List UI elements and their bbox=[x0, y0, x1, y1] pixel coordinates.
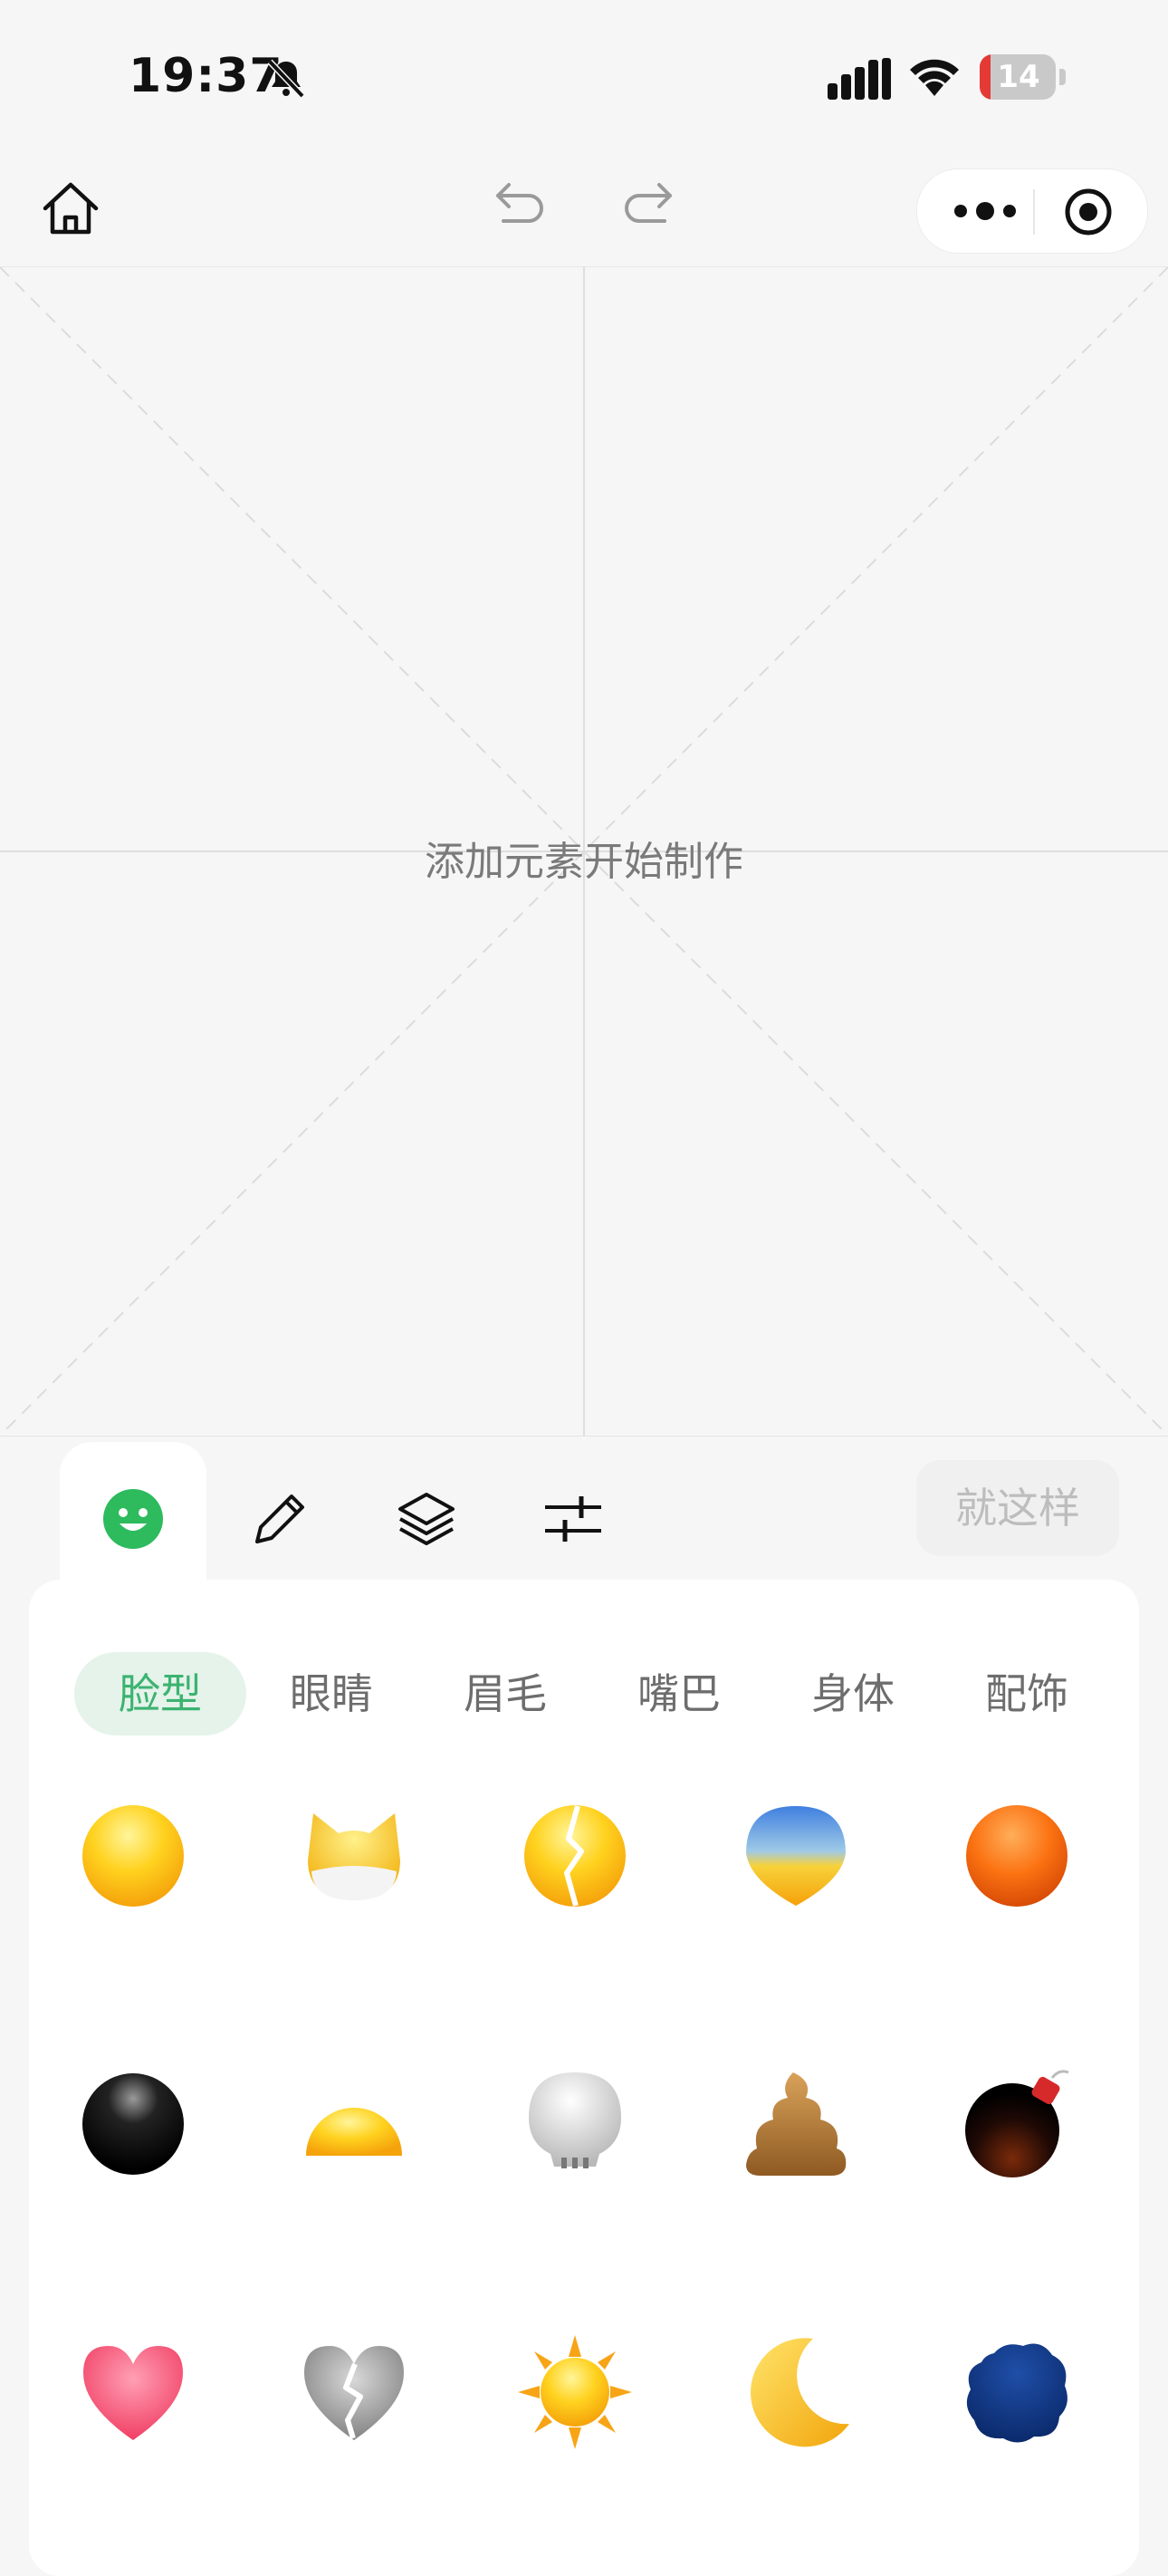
bell-muted-icon bbox=[267, 59, 305, 99]
cellular-signal-icon bbox=[828, 58, 891, 100]
status-time: 19:37 bbox=[129, 49, 283, 103]
cracked-face-icon[interactable] bbox=[516, 1797, 634, 1915]
category-tab-face[interactable]: 脸型 bbox=[74, 1652, 246, 1735]
tab-adjust[interactable] bbox=[500, 1442, 646, 1583]
undo-icon[interactable] bbox=[489, 172, 550, 234]
bomb-face-icon[interactable] bbox=[958, 2065, 1076, 2183]
skull-face-icon[interactable] bbox=[516, 2065, 634, 2183]
sun-face-icon[interactable] bbox=[516, 2333, 634, 2451]
category-tab-body[interactable]: 身体 bbox=[771, 1652, 934, 1735]
gradient-drop-face-icon[interactable] bbox=[737, 1797, 855, 1915]
broken-heart-face-icon[interactable] bbox=[295, 2333, 413, 2451]
half-face-icon[interactable] bbox=[295, 2065, 413, 2183]
tool-bar: 就这样 bbox=[0, 1437, 1168, 1583]
close-target-icon[interactable] bbox=[1062, 186, 1115, 238]
done-button[interactable]: 就这样 bbox=[916, 1460, 1119, 1556]
tab-layers[interactable] bbox=[353, 1442, 500, 1583]
emoji-icon bbox=[103, 1489, 163, 1549]
category-tab-accessories[interactable]: 配饰 bbox=[945, 1652, 1108, 1735]
moon-face-icon[interactable] bbox=[737, 2333, 855, 2451]
layers-icon bbox=[398, 1493, 455, 1545]
yellow-face-icon[interactable] bbox=[74, 1797, 192, 1915]
cloud-face-icon[interactable] bbox=[958, 2333, 1076, 2451]
nav-bar bbox=[0, 145, 1168, 266]
poop-face-icon[interactable] bbox=[737, 2065, 855, 2183]
black-face-icon[interactable] bbox=[74, 2065, 192, 2183]
category-tab-mouth[interactable]: 嘴巴 bbox=[598, 1652, 761, 1735]
cat-face-icon[interactable] bbox=[295, 1797, 413, 1915]
battery-indicator: 14 bbox=[980, 54, 1067, 100]
element-panel: 脸型 眼睛 眉毛 嘴巴 身体 配饰 bbox=[29, 1580, 1139, 2576]
status-bar: 19:37 14 bbox=[0, 0, 1168, 145]
redo-icon[interactable] bbox=[618, 172, 679, 234]
category-tabs: 脸型 眼睛 眉毛 嘴巴 身体 配饰 bbox=[29, 1652, 1139, 1735]
wifi-icon bbox=[910, 59, 959, 96]
category-tab-eyebrows[interactable]: 眉毛 bbox=[424, 1652, 587, 1735]
home-icon[interactable] bbox=[40, 179, 101, 237]
tab-emoji[interactable] bbox=[60, 1442, 206, 1583]
battery-level: 14 bbox=[997, 59, 1040, 95]
heart-face-icon[interactable] bbox=[74, 2333, 192, 2451]
more-icon[interactable] bbox=[946, 189, 1024, 233]
sliders-icon bbox=[545, 1496, 601, 1542]
drawing-canvas[interactable]: 添加元素开始制作 bbox=[0, 266, 1168, 1437]
pencil-icon bbox=[255, 1495, 304, 1543]
orange-face-icon[interactable] bbox=[958, 1797, 1076, 1915]
tab-pencil[interactable] bbox=[206, 1442, 353, 1583]
miniprogram-capsule bbox=[916, 168, 1148, 254]
canvas-hint: 添加元素开始制作 bbox=[425, 839, 743, 885]
category-tab-eyes[interactable]: 眼睛 bbox=[250, 1652, 413, 1735]
